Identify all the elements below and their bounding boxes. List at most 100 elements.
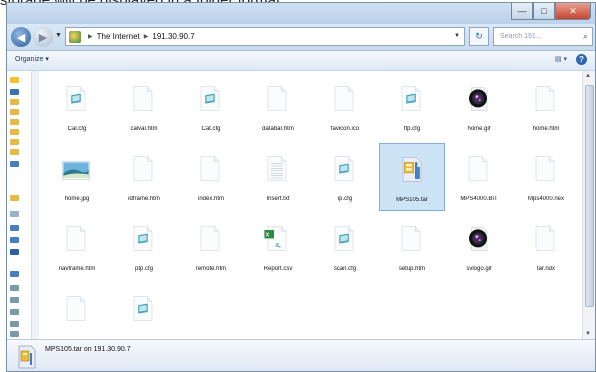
drive-icon[interactable] bbox=[10, 309, 19, 315]
file-item[interactable]: idframe.htm bbox=[111, 143, 177, 211]
breadcrumb-separator-icon: ▶ bbox=[88, 34, 93, 40]
forward-arrow-icon: ▶ bbox=[38, 31, 48, 44]
nav-item-icon[interactable] bbox=[10, 225, 19, 231]
file-item[interactable]: ip.cfg bbox=[312, 143, 378, 211]
file-item[interactable]: navframe.htm bbox=[44, 213, 110, 281]
file-item[interactable]: calval.htm bbox=[111, 73, 177, 141]
blank-document-icon bbox=[200, 226, 220, 251]
help-button[interactable]: ? bbox=[576, 54, 587, 65]
maximize-button[interactable]: □ bbox=[533, 3, 555, 20]
file-item[interactable]: ptp.cfg bbox=[111, 213, 177, 281]
drive-icon[interactable] bbox=[10, 285, 19, 291]
file-item[interactable]: Insert.txt bbox=[245, 143, 311, 211]
file-name-label: Cal.cfg bbox=[67, 126, 87, 132]
search-input[interactable]: Search 191... ⌕ bbox=[493, 27, 593, 46]
computer-icon[interactable] bbox=[10, 249, 19, 255]
address-dropdown-icon[interactable]: ▼ bbox=[454, 33, 460, 39]
navigation-pane[interactable] bbox=[7, 71, 32, 339]
nav-item-icon[interactable] bbox=[10, 237, 19, 243]
file-item[interactable] bbox=[44, 283, 110, 339]
close-button[interactable]: ✕ bbox=[555, 3, 591, 20]
library-icon[interactable] bbox=[10, 195, 19, 201]
folder-icon[interactable] bbox=[10, 149, 19, 155]
file-item[interactable]: MPS4000.BIT bbox=[446, 143, 512, 211]
breadcrumb-host[interactable]: 191.30.90.7 bbox=[152, 32, 194, 41]
file-item[interactable]: tar.ndx bbox=[513, 213, 579, 281]
drive-icon[interactable] bbox=[10, 331, 19, 337]
nav-item-icon[interactable] bbox=[10, 89, 19, 95]
file-grid-scrollbar[interactable]: ▲ ▼ bbox=[582, 71, 595, 339]
file-item[interactable]: index.htm bbox=[178, 143, 244, 211]
favorites-star-icon[interactable] bbox=[10, 77, 19, 83]
scroll-down-icon[interactable]: ▼ bbox=[585, 331, 591, 337]
drive-icon[interactable] bbox=[10, 321, 19, 327]
drive-icon[interactable] bbox=[10, 297, 19, 303]
navigation-pane-scrollbar[interactable] bbox=[32, 71, 39, 339]
file-item[interactable]: svlogo.gif bbox=[446, 213, 512, 281]
search-icon[interactable]: ⌕ bbox=[583, 31, 588, 42]
file-name-label: home.gif bbox=[467, 126, 491, 132]
file-name-label: tar.ndx bbox=[536, 266, 555, 272]
archive-icon bbox=[18, 345, 36, 369]
folder-icon[interactable] bbox=[10, 139, 19, 145]
file-name-label: favicon.ico bbox=[330, 126, 360, 132]
internet-globe-icon bbox=[69, 30, 81, 43]
address-row: ◀ ▶ ▼ ▶ The Internet ▶ 191.30.90.7 ▼ ↻ S… bbox=[7, 24, 595, 51]
folder-icon[interactable] bbox=[10, 119, 19, 125]
file-item[interactable]: home.htm bbox=[513, 73, 579, 141]
back-button[interactable]: ◀ bbox=[11, 27, 31, 47]
file-item[interactable]: Mps4000.nex bbox=[513, 143, 579, 211]
breadcrumb-internet[interactable]: The Internet bbox=[97, 32, 140, 41]
file-grid[interactable]: Cal.cfg calval.htm Cat.cfg databar.htm favic… bbox=[40, 71, 584, 339]
file-item[interactable]: Xa, Report.csv bbox=[245, 213, 311, 281]
file-name-label: remote.htm bbox=[195, 266, 227, 272]
address-bar[interactable]: ▶ The Internet ▶ 191.30.90.7 ▼ bbox=[65, 27, 465, 46]
file-item[interactable]: Cat.cfg bbox=[178, 73, 244, 141]
details-pane: MPS105.tar on 191.30.90.7 bbox=[7, 339, 595, 371]
file-name-label: idframe.htm bbox=[128, 196, 160, 202]
nav-item-icon[interactable] bbox=[10, 161, 19, 167]
file-name-label: Insert.txt bbox=[266, 196, 290, 202]
refresh-button[interactable]: ↻ bbox=[469, 27, 489, 46]
explorer-window: — □ ✕ ◀ ▶ ▼ ▶ The Internet ▶ 191.30.90.7… bbox=[6, 2, 596, 372]
scroll-up-icon[interactable]: ▲ bbox=[585, 73, 591, 79]
network-icon[interactable] bbox=[10, 271, 19, 277]
back-arrow-icon: ◀ bbox=[16, 31, 26, 44]
file-name-label: home.htm bbox=[532, 126, 560, 132]
camera-lens-icon bbox=[469, 227, 488, 251]
cfg-document-icon bbox=[401, 86, 421, 111]
folder-icon[interactable] bbox=[10, 99, 19, 105]
file-item[interactable]: home.gif bbox=[446, 73, 512, 141]
refresh-icon: ↻ bbox=[475, 31, 483, 41]
file-name-label: index.htm bbox=[197, 196, 224, 202]
file-item[interactable]: databar.htm bbox=[245, 73, 311, 141]
file-item[interactable] bbox=[111, 283, 177, 339]
file-item[interactable]: ftp.cfg bbox=[379, 73, 445, 141]
title-bar: — □ ✕ bbox=[7, 3, 595, 24]
scrollbar-thumb[interactable] bbox=[585, 85, 594, 307]
cfg-document-icon bbox=[133, 226, 153, 251]
file-item[interactable]: remote.htm bbox=[178, 213, 244, 281]
file-item[interactable]: MPS105.tar bbox=[379, 143, 445, 211]
file-name-label: scan.cfg bbox=[333, 266, 357, 272]
forward-button[interactable]: ▶ bbox=[33, 27, 53, 47]
nav-item-icon[interactable] bbox=[10, 211, 19, 217]
organize-button[interactable]: Organize ▾ bbox=[15, 55, 49, 63]
file-name-label: ftp.cfg bbox=[403, 126, 421, 132]
minimize-button[interactable]: — bbox=[511, 3, 533, 20]
file-item[interactable]: favicon.ico bbox=[312, 73, 378, 141]
file-item[interactable]: scan.cfg bbox=[312, 213, 378, 281]
change-view-button[interactable]: ▤ ▾ bbox=[555, 55, 567, 63]
file-item[interactable]: Cal.cfg bbox=[44, 73, 110, 141]
folder-icon[interactable] bbox=[10, 109, 19, 115]
file-name-label: svlogo.gif bbox=[466, 266, 492, 272]
file-name-label: databar.htm bbox=[262, 126, 294, 132]
file-item[interactable]: home.jpg bbox=[44, 143, 110, 211]
recent-pages-dropdown[interactable]: ▼ bbox=[55, 32, 62, 39]
folder-icon[interactable] bbox=[10, 129, 19, 135]
svg-text:X: X bbox=[266, 233, 270, 239]
file-item[interactable]: setup.htm bbox=[379, 213, 445, 281]
file-name-label: navframe.htm bbox=[58, 266, 96, 272]
breadcrumb-separator-icon: ▶ bbox=[143, 34, 149, 40]
blank-document-icon bbox=[66, 296, 86, 321]
